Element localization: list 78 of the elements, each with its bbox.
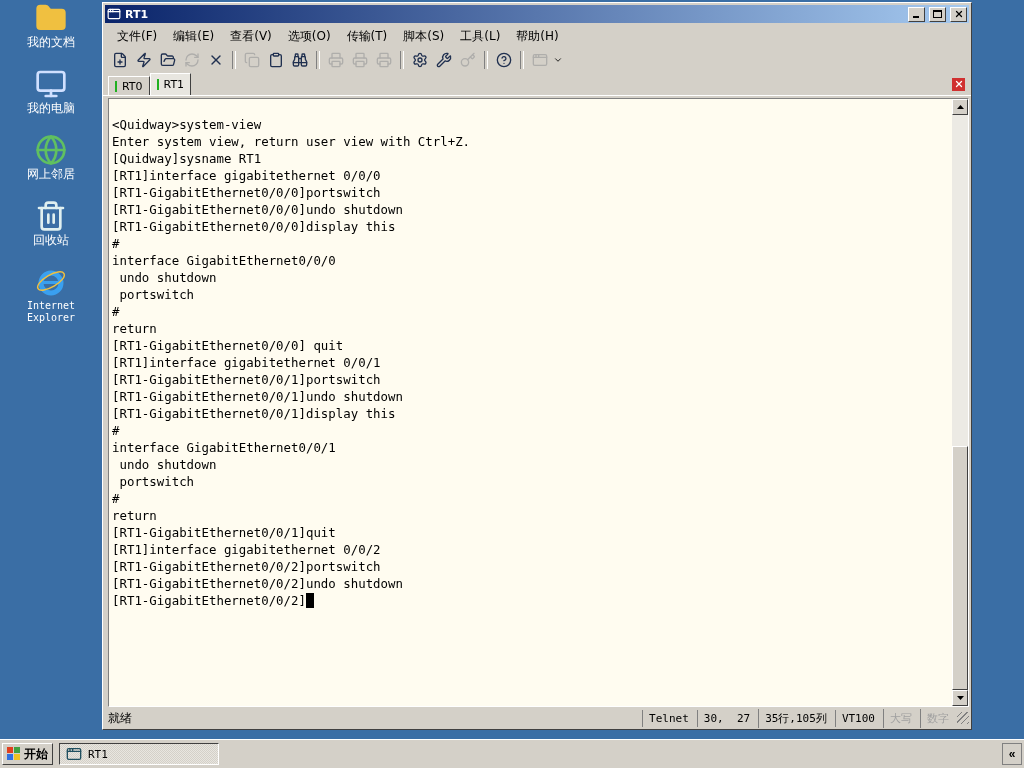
terminal-line: # [112, 303, 120, 320]
terminal-line: portswitch [118, 286, 195, 303]
terminal-line: Enter system view, return user view with Ctrl+Z. [112, 133, 471, 150]
close-icon [953, 9, 964, 19]
terminal-line: [RT1-GigabitEthernet0/0/0]portswitch [112, 184, 381, 201]
start-button[interactable]: 开始 [2, 743, 53, 765]
resize-grip-icon[interactable] [957, 712, 969, 724]
menu-item[interactable]: 编辑(E) [165, 27, 223, 45]
minimize-button[interactable] [908, 6, 925, 22]
terminal-line: [RT1-GigabitEthernet0/0/0]display this [112, 218, 396, 235]
desktop-icon-label[interactable]: 我的文档 [27, 36, 75, 48]
maximize-button[interactable] [929, 6, 946, 22]
menu-item[interactable]: 工具(L) [452, 27, 509, 45]
terminal-line: # [112, 422, 120, 439]
status-pane: VT100 [834, 709, 881, 727]
chevron-icon[interactable] [553, 55, 563, 65]
status-pane: Telnet [642, 709, 695, 727]
terminal-line: [RT1]interface gigabitethernet 0/0/1 [112, 354, 381, 371]
terminal-line: <Quidway>system-view [112, 116, 262, 133]
terminal-line: [RT1-GigabitEthernet0/0/0]undo shutdown [112, 201, 403, 218]
terminal-screen[interactable] [109, 99, 952, 706]
terminal-line: interface GigabitEthernet0/0/1 [112, 439, 336, 456]
terminal-line: [RT1-GigabitEthernet0/0/1]display this [112, 405, 396, 422]
scrollbar[interactable] [952, 99, 968, 706]
menu-item[interactable]: 文件(F) [109, 27, 166, 45]
close-tab-button[interactable] [952, 77, 965, 91]
terminal-line: [Quidway]sysname RT1 [112, 150, 262, 167]
computer-icon [35, 68, 67, 100]
desktop-icon-label[interactable]: 我的电脑 [27, 102, 75, 114]
scroll-down-button[interactable] [952, 690, 968, 706]
scroll-up-button[interactable] [952, 99, 968, 115]
terminal-line: undo shutdown [118, 456, 217, 473]
close-button[interactable] [950, 6, 967, 22]
session-tab[interactable]: RT0 [108, 76, 150, 95]
scroll-thumb[interactable] [952, 446, 968, 690]
terminal-line: [RT1-GigabitEthernet0/0/1]quit [112, 524, 336, 541]
status-message: 就绪 [108, 709, 133, 727]
menu-item[interactable]: 查看(V) [222, 27, 280, 45]
desktop-icon-label[interactable]: Internet Explorer [11, 300, 91, 324]
menu-item[interactable]: 脚本(S) [395, 27, 453, 45]
globe-icon [35, 134, 67, 166]
desktop-icon-label[interactable]: 网上邻居 [27, 168, 75, 180]
terminal-line: [RT1-GigabitEthernet0/0/2] [112, 592, 306, 609]
app-icon [66, 746, 82, 762]
window-title: RT1 [125, 7, 150, 21]
tab-label: RT0 [122, 79, 143, 93]
terminal-line: return [112, 320, 157, 337]
desktop-icon-label[interactable]: 回收站 [33, 234, 69, 246]
terminal-line: portswitch [118, 473, 195, 490]
status-pane: 30, 27 [696, 709, 757, 727]
down-arrow-icon [956, 696, 964, 700]
terminal-line: [RT1-GigabitEthernet0/0/0] quit [112, 337, 344, 354]
terminal-line: [RT1-GigabitEthernet0/0/1]portswitch [112, 371, 381, 388]
taskbar-task[interactable]: RT1 [59, 743, 219, 765]
windows-logo-icon [7, 747, 21, 761]
show-tray-button[interactable]: « [1002, 743, 1022, 765]
status-pane: 35行,105列 [758, 708, 833, 728]
app-icon [107, 7, 121, 21]
menu-item[interactable]: 帮助(H) [508, 27, 567, 45]
session-tab[interactable]: RT1 [149, 73, 192, 95]
terminal-line: [RT1-GigabitEthernet0/0/2]undo shutdown [112, 575, 403, 592]
menu-item[interactable]: 选项(O) [279, 27, 339, 45]
terminal-line: [RT1-GigabitEthernet0/0/1]undo shutdown [112, 388, 403, 405]
terminal-line: undo shutdown [118, 269, 217, 286]
maximize-icon [933, 10, 942, 18]
close-icon [953, 79, 964, 89]
recycle-bin-icon [35, 200, 67, 232]
terminal-line: return [112, 507, 157, 524]
terminal-line: # [112, 235, 120, 252]
menu-item[interactable]: 传输(T) [338, 27, 396, 45]
status-mark-icon [156, 79, 159, 90]
terminal-line: [RT1]interface gigabitethernet 0/0/2 [112, 541, 381, 558]
terminal-line: [RT1]interface gigabitethernet 0/0/0 [112, 167, 381, 184]
terminal-line: interface GigabitEthernet0/0/0 [112, 252, 336, 269]
terminal-line: # [112, 490, 120, 507]
tab-label: RT1 [163, 78, 185, 91]
up-arrow-icon [956, 105, 964, 109]
terminal-line: [RT1-GigabitEthernet0/0/2]portswitch [112, 558, 381, 575]
